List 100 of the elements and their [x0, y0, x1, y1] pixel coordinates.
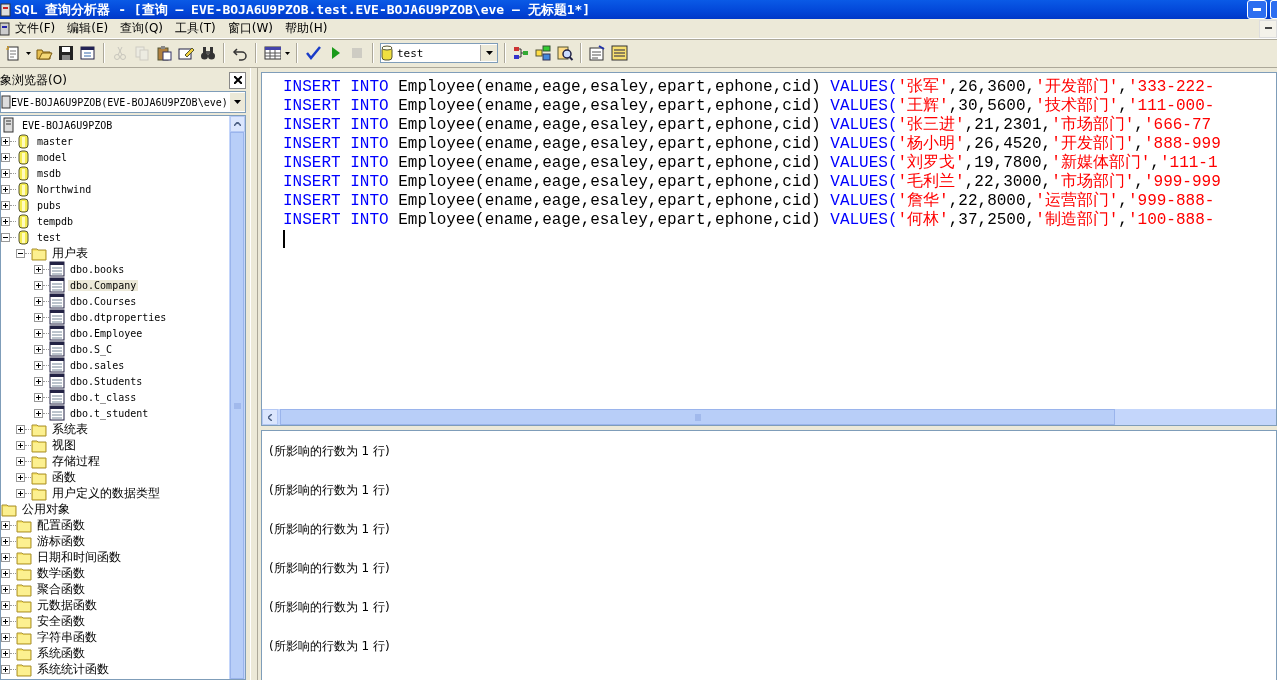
expander-button[interactable] [16, 424, 25, 434]
expander-button[interactable] [1, 184, 10, 194]
tree-item[interactable]: dbo.dtproperties [68, 311, 169, 323]
folder-icon [16, 581, 32, 597]
tree-item[interactable]: 元数据函数 [35, 596, 99, 614]
expander-button[interactable] [1, 232, 10, 242]
expander-button[interactable] [1, 200, 10, 210]
tree-item[interactable]: dbo.sales [68, 359, 127, 371]
binoculars-icon [199, 45, 217, 61]
tree-item[interactable]: 字符串函数 [35, 628, 99, 646]
expander-button[interactable] [1, 664, 10, 674]
scrollbar[interactable] [229, 116, 245, 679]
tree-item[interactable]: EVE-BOJA6U9PZOB [20, 119, 115, 131]
code-line: INSERT INTO Employee(ename,eage,esaley,epart,ephone,cid) VALUES('王辉',30,5600,'技术部门','111-000- [283, 97, 1216, 115]
expander-button[interactable] [34, 392, 43, 402]
expander-button[interactable] [16, 456, 25, 466]
tree-item[interactable]: dbo.t_class [68, 391, 139, 403]
tree-item[interactable]: 配置函数 [35, 516, 87, 534]
tree-item[interactable]: dbo.Courses [68, 295, 139, 307]
expander-button[interactable] [34, 296, 43, 306]
tree-item[interactable]: 游标函数 [35, 532, 87, 550]
expander-button[interactable] [1, 568, 10, 578]
horizontal-scrollbar[interactable] [262, 409, 1276, 425]
tree-item[interactable]: model [35, 151, 70, 163]
expander-button[interactable] [34, 264, 43, 274]
plus-icon [3, 218, 8, 224]
menu-item[interactable]: 查询(Q) [115, 20, 169, 37]
maximize-button[interactable] [1270, 0, 1277, 19]
expander-button[interactable] [1, 168, 10, 178]
expander-button[interactable] [34, 344, 43, 354]
tree-item[interactable]: 系统函数 [35, 644, 87, 662]
expander-button[interactable] [1, 152, 10, 162]
tree-item[interactable]: 数学函数 [35, 564, 87, 582]
database-select[interactable]: test [380, 43, 498, 63]
tree-item[interactable]: 系统统计函数 [35, 660, 111, 678]
expander-button[interactable] [34, 408, 43, 418]
expander-button[interactable] [1, 616, 10, 626]
tree-item[interactable]: 存储过程 [50, 452, 102, 470]
tree-item[interactable]: dbo.Company [68, 279, 139, 291]
panel-title: 象浏览器(O) [0, 71, 68, 89]
tree-item[interactable]: 公用对象 [20, 500, 72, 518]
folder-icon [31, 437, 47, 453]
expander-button[interactable] [1, 632, 10, 642]
tree-item[interactable]: dbo.books [68, 263, 127, 275]
menu-item[interactable]: 文件(F) [10, 20, 61, 37]
plus-icon [3, 554, 8, 560]
minimize-button[interactable] [1259, 19, 1277, 38]
tree-item[interactable]: tempdb [35, 215, 76, 227]
expander-button[interactable] [1, 136, 10, 146]
expander-button[interactable] [34, 376, 43, 386]
tree-item[interactable]: msdb [35, 167, 64, 179]
menu-item[interactable]: 窗口(W) [222, 20, 278, 37]
tree-item[interactable]: master [35, 135, 76, 147]
table-icon [49, 293, 65, 309]
tree-item[interactable]: 函数 [50, 468, 78, 486]
tree-item[interactable]: dbo.S_C [68, 343, 115, 355]
code-line: INSERT INTO Employee(ename,eage,esaley,epart,ephone,cid) VALUES('毛利兰',22,3000,'市场部门','999-999 [283, 173, 1222, 191]
expander-button[interactable] [34, 280, 43, 290]
plus-icon [36, 394, 41, 400]
expander-button[interactable] [1, 552, 10, 562]
close-button[interactable] [229, 71, 246, 89]
expander-button[interactable] [1, 216, 10, 226]
expander-button[interactable] [1, 584, 10, 594]
tree-item[interactable]: dbo.Employee [68, 327, 145, 339]
plus-icon [3, 666, 8, 672]
table-icon [49, 309, 65, 325]
tree-item[interactable]: 视图 [50, 436, 78, 454]
expander-button[interactable] [1, 648, 10, 658]
plus-icon [3, 138, 8, 144]
results-pane-button[interactable] [608, 42, 630, 64]
tree-item[interactable]: 日期和时间函数 [35, 548, 123, 566]
plus-icon [36, 266, 41, 272]
tree-item[interactable]: 聚合函数 [35, 580, 87, 598]
minimize-icon [1253, 7, 1261, 12]
folder-icon [1, 501, 17, 517]
tree-item[interactable]: pubs [35, 199, 64, 211]
expander-button[interactable] [16, 248, 25, 258]
expander-button[interactable] [34, 312, 43, 322]
tree-item[interactable]: 系统表 [50, 420, 90, 438]
object-browser-button[interactable] [532, 42, 554, 64]
tree-item[interactable]: test [35, 231, 64, 243]
expander-button[interactable] [34, 328, 43, 338]
tree-item[interactable]: 安全函数 [35, 612, 87, 630]
tree-item[interactable]: dbo.t_student [68, 407, 151, 419]
expander-button[interactable] [1, 600, 10, 610]
expander-button[interactable] [34, 360, 43, 370]
tree-item[interactable]: Northwind [35, 183, 94, 195]
tree-item[interactable]: dbo.Students [68, 375, 145, 387]
tree-item[interactable]: 用户定义的数据类型 [50, 484, 162, 502]
caret-icon [285, 51, 290, 55]
menu-item[interactable]: 工具(T) [170, 20, 221, 37]
expander-button[interactable] [16, 472, 25, 482]
menu-item[interactable]: 帮助(H) [279, 20, 333, 37]
expander-button[interactable] [1, 520, 10, 530]
expander-button[interactable] [16, 440, 25, 450]
tree-item[interactable]: 用户表 [50, 244, 90, 262]
menu-item[interactable]: 编辑(E) [62, 20, 114, 37]
expander-button[interactable] [1, 536, 10, 546]
expander-button[interactable] [16, 488, 25, 498]
server-select[interactable]: EVE-BOJA6U9PZOB(EVE-BOJA6U9PZOB\eve) [0, 91, 246, 113]
